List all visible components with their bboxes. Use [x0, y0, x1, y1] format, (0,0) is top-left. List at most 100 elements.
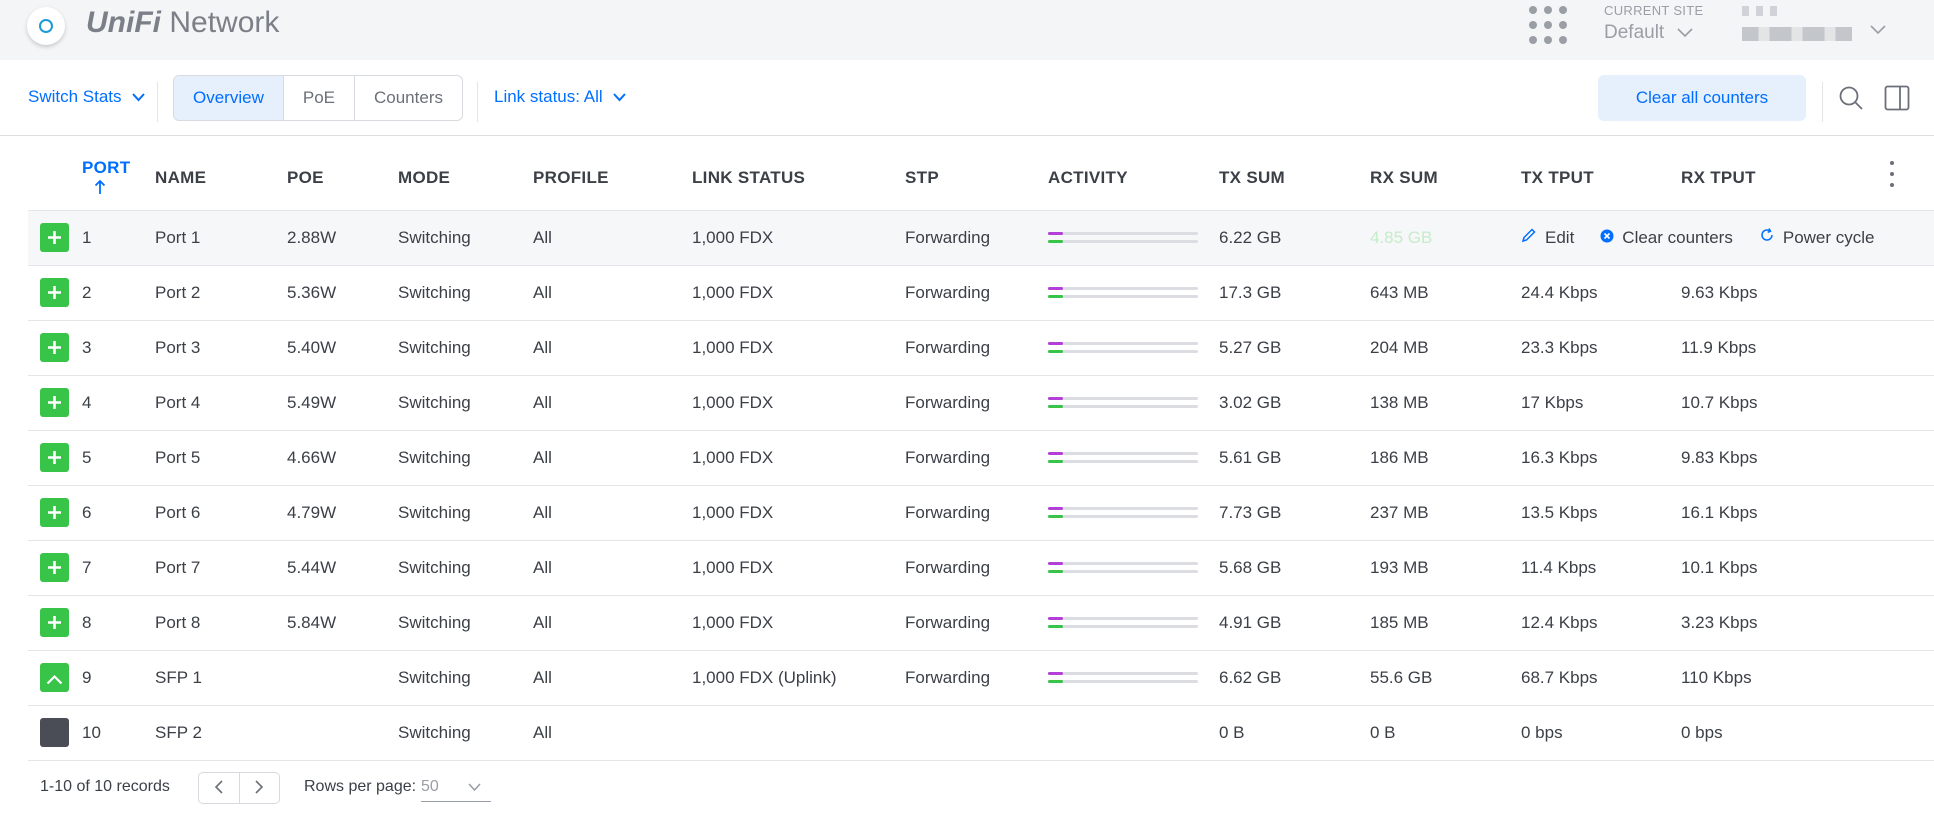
tx-tput: 12.4 Kbps: [1521, 595, 1681, 651]
port-disconnected-icon[interactable]: [40, 718, 69, 747]
table-row[interactable]: 1 Port 1 2.88W Switching All 1,000 FDX Forward…: [28, 210, 1934, 266]
port-connected-icon[interactable]: [40, 333, 69, 362]
port-name: Port 3: [155, 320, 287, 376]
rx-tput: 16.1 Kbps: [1681, 485, 1934, 541]
column-header-tx-tput[interactable]: TX TPUT: [1521, 147, 1681, 211]
tab-overview[interactable]: Overview: [174, 76, 283, 120]
column-header-rx-tput[interactable]: RX TPUT: [1681, 147, 1934, 211]
edit-button[interactable]: Edit: [1521, 228, 1574, 247]
prev-page-button[interactable]: [199, 773, 240, 803]
port-connected-icon[interactable]: [40, 223, 69, 252]
table-row[interactable]: 8 Port 8 5.84W Switching All 1,000 FDX Forward…: [28, 595, 1934, 651]
port-profile: All: [533, 375, 692, 431]
rows-per-page-value: 50: [421, 778, 439, 795]
rx-activity-bar-fill: [1048, 350, 1063, 353]
top-bar: UniFi Network CURRENT SITE Default: [0, 0, 1934, 60]
activity-cell: [1048, 375, 1219, 431]
port-name: SFP 1: [155, 650, 287, 706]
port-cell: 3: [28, 320, 155, 376]
tx-sum: 5.68 GB: [1219, 540, 1370, 596]
port-connected-icon[interactable]: [40, 608, 69, 637]
port-connected-icon[interactable]: [40, 553, 69, 582]
port-profile: All: [533, 210, 692, 266]
rows-per-page-label: Rows per page:: [304, 778, 417, 795]
tx-sum: 3.02 GB: [1219, 375, 1370, 431]
stp-state: Forwarding: [905, 320, 1048, 376]
table-row[interactable]: 6 Port 6 4.79W Switching All 1,000 FDX Forward…: [28, 485, 1934, 541]
tx-activity-bar-fill: [1048, 617, 1063, 620]
apps-grid-icon[interactable]: [1529, 6, 1569, 46]
port-connected-icon[interactable]: [40, 443, 69, 472]
tx-sum: 6.22 GB: [1219, 210, 1370, 266]
table-row[interactable]: 3 Port 3 5.40W Switching All 1,000 FDX Forward…: [28, 320, 1934, 376]
column-header-stp[interactable]: STP: [905, 147, 1048, 211]
site-selector[interactable]: Default: [1604, 22, 1694, 44]
side-panel-icon[interactable]: [1884, 85, 1910, 111]
column-header-profile[interactable]: PROFILE: [533, 147, 692, 211]
rx-activity-bar: [1048, 625, 1198, 628]
port-mode: Switching: [398, 485, 533, 541]
column-header-tx-sum[interactable]: TX SUM: [1219, 147, 1370, 211]
stp-state: Forwarding: [905, 485, 1048, 541]
unifi-logo-icon[interactable]: [27, 7, 65, 45]
user-name-blurred[interactable]: [1742, 27, 1852, 41]
tx-activity-bar-fill: [1048, 232, 1063, 235]
divider: [1822, 82, 1823, 122]
poe-value: 4.66W: [287, 430, 398, 486]
clear-all-counters-button[interactable]: Clear all counters: [1598, 75, 1806, 121]
rx-sum: 643 MB: [1370, 265, 1521, 321]
stp-state: Forwarding: [905, 540, 1048, 596]
user-menu-chevron-icon[interactable]: [1870, 22, 1886, 40]
chevron-down-icon: [132, 93, 146, 102]
poe-value: 4.79W: [287, 485, 398, 541]
tx-activity-bar-fill: [1048, 562, 1063, 565]
port-connected-icon[interactable]: [40, 388, 69, 417]
column-header-mode[interactable]: MODE: [398, 147, 533, 211]
port-uplink-icon[interactable]: [40, 663, 69, 692]
column-header-rx-sum[interactable]: RX SUM: [1370, 147, 1521, 211]
table-row[interactable]: 7 Port 7 5.44W Switching All 1,000 FDX Forward…: [28, 540, 1934, 596]
tab-counters[interactable]: Counters: [354, 76, 462, 120]
sort-ascending-icon: [94, 179, 106, 195]
power-cycle-button[interactable]: Power cycle: [1759, 228, 1875, 247]
column-header-port[interactable]: PORT: [28, 147, 155, 211]
stp-state: Forwarding: [905, 650, 1048, 706]
tab-poe[interactable]: PoE: [282, 76, 354, 120]
port-mode: Switching: [398, 265, 533, 321]
rx-tput: 110 Kbps: [1681, 650, 1934, 706]
link-status-filter[interactable]: Link status: All: [494, 87, 627, 107]
column-header-name[interactable]: NAME: [155, 147, 287, 211]
stp-state: Forwarding: [905, 265, 1048, 321]
clear-counters-button[interactable]: Clear counters: [1600, 228, 1733, 247]
next-page-button[interactable]: [240, 773, 280, 803]
view-selector[interactable]: Switch Stats: [28, 87, 146, 107]
port-cell: 6: [28, 485, 155, 541]
table-row[interactable]: 10 SFP 2 Switching All 0 B0 B0 bps 0 bps: [28, 705, 1934, 761]
rows-per-page-select[interactable]: 50: [421, 778, 491, 802]
current-site-label: CURRENT SITE: [1604, 3, 1704, 18]
tx-activity-bar: [1048, 452, 1198, 455]
brand-network: Network: [169, 6, 280, 39]
search-icon[interactable]: [1838, 85, 1864, 111]
rx-activity-bar-fill: [1048, 625, 1063, 628]
tx-activity-bar-fill: [1048, 287, 1063, 290]
column-header-poe[interactable]: POE: [287, 147, 398, 211]
column-header-link-status[interactable]: LINK STATUS: [692, 147, 905, 211]
port-mode: Switching: [398, 540, 533, 596]
port-profile: All: [533, 430, 692, 486]
table-row[interactable]: 9 SFP 1 Switching All 1,000 FDX (Uplink) Forw…: [28, 650, 1934, 706]
column-header-activity[interactable]: ACTIVITY: [1048, 147, 1219, 211]
chevron-down-icon: [1677, 22, 1694, 44]
poe-value: 5.84W: [287, 595, 398, 651]
chevron-left-icon: [215, 780, 223, 794]
port-connected-icon[interactable]: [40, 278, 69, 307]
table-row[interactable]: 2 Port 2 5.36W Switching All 1,000 FDX Forward…: [28, 265, 1934, 321]
user-account-blurred[interactable]: [1742, 6, 1812, 16]
rx-activity-bar-fill: [1048, 570, 1063, 573]
port-name: Port 1: [155, 210, 287, 266]
table-row[interactable]: 5 Port 5 4.66W Switching All 1,000 FDX Forward…: [28, 430, 1934, 486]
table-row[interactable]: 4 Port 4 5.49W Switching All 1,000 FDX Forward…: [28, 375, 1934, 431]
port-profile: All: [533, 650, 692, 706]
edit-button-label: Edit: [1545, 228, 1575, 247]
port-connected-icon[interactable]: [40, 498, 69, 527]
